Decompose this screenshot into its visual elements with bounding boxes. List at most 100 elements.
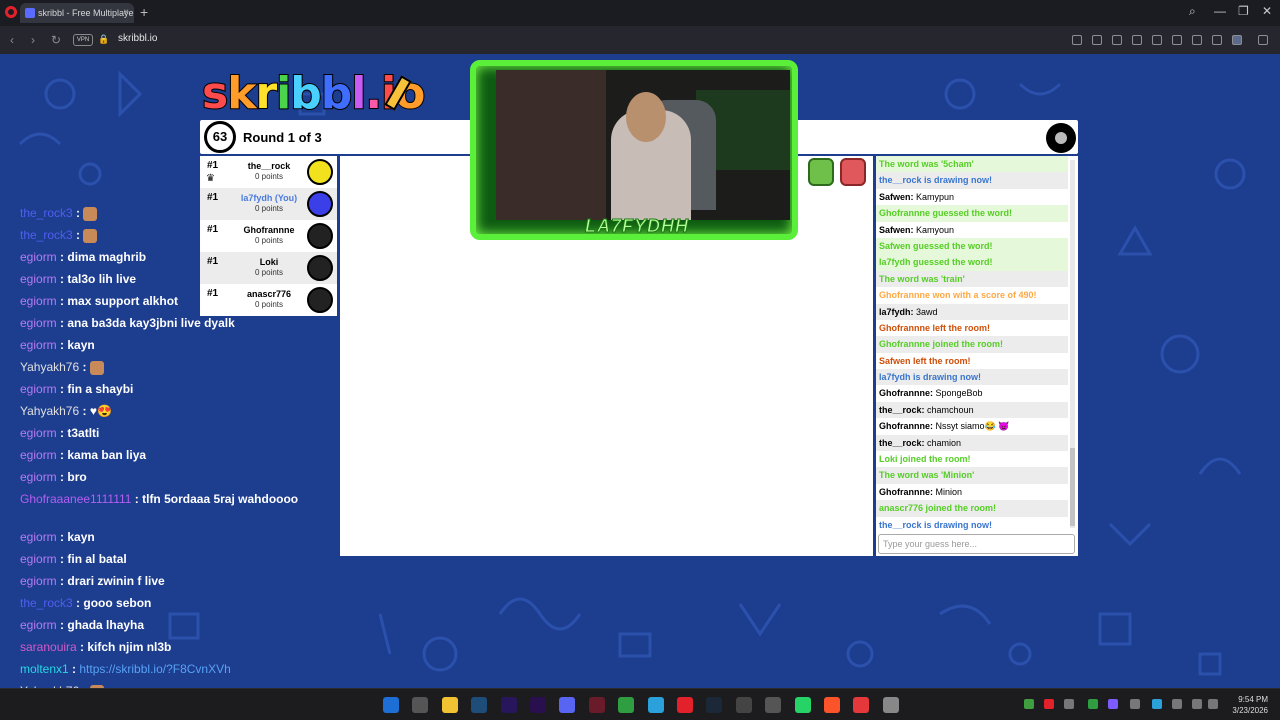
lock-icon[interactable]: 🔒: [98, 34, 109, 45]
stream-chat-user[interactable]: the_rock3: [20, 228, 73, 242]
chat-message-text: SpongeBob: [935, 388, 983, 399]
camera-icon[interactable]: [1092, 35, 1102, 45]
stream-chat-line: egiorm : ana ba3da kay3jbni live dyalk: [20, 316, 235, 330]
new-tab-button[interactable]: +: [140, 4, 148, 20]
chat-scrollbar[interactable]: [1070, 160, 1075, 528]
taskbar-app-icon[interactable]: [500, 697, 517, 713]
taskbar-app-icon[interactable]: [647, 697, 664, 713]
sidebar-icon[interactable]: [1258, 35, 1268, 45]
stream-chat-user[interactable]: egiorm: [20, 530, 57, 544]
windows-start-icon[interactable]: [383, 697, 399, 713]
stream-chat-user[interactable]: Ghofraaanee1111111: [20, 492, 131, 506]
extension-icon[interactable]: [1132, 35, 1142, 45]
profile-icon[interactable]: [1232, 35, 1242, 45]
taskbar-app-icon[interactable]: [677, 697, 693, 713]
chat-message-text: anascr776 joined the room!: [879, 503, 997, 514]
wifi-icon[interactable]: [1192, 699, 1202, 709]
stream-chat-user[interactable]: egiorm: [20, 316, 57, 330]
player-row[interactable]: #1 the__rock 0 points ♛: [200, 156, 337, 188]
minimize-button[interactable]: —: [1214, 4, 1226, 18]
browser-tab[interactable]: skribbl - Free Multiplayer ×: [20, 3, 134, 23]
heart-icon[interactable]: [1172, 35, 1182, 45]
stream-chat-text[interactable]: https://skribbl.io/?F8CvnXVh: [79, 662, 230, 676]
stream-chat-text: drari zwinin f live: [67, 574, 165, 588]
taskbar-app-icon[interactable]: [530, 697, 546, 713]
stream-chat-line: the_rock3 : gooo sebon: [20, 596, 152, 610]
chat-message-user: Safwen:: [879, 191, 914, 202]
taskbar-app-icon[interactable]: [412, 697, 429, 713]
thumbs-down-icon[interactable]: [840, 158, 866, 186]
close-window-button[interactable]: ✕: [1262, 4, 1272, 18]
shield-icon[interactable]: [1112, 35, 1122, 45]
chat-message-user: Ghofrannne:: [879, 388, 933, 399]
tray-app-icon-5[interactable]: [1130, 699, 1140, 709]
taskbar-app-icon[interactable]: [618, 697, 635, 713]
player-icon[interactable]: [1152, 35, 1162, 45]
back-button[interactable]: ‹: [10, 33, 14, 47]
taskbar-app-icon[interactable]: [824, 697, 840, 713]
stream-chat-user[interactable]: egiorm: [20, 338, 57, 352]
stream-chat-user[interactable]: egiorm: [20, 426, 57, 440]
tray-opera-icon[interactable]: [1044, 699, 1054, 709]
guess-input[interactable]: [878, 534, 1075, 554]
snapshot-icon[interactable]: [1072, 35, 1082, 45]
download-icon[interactable]: [1192, 35, 1202, 45]
chat-scrollbar-thumb[interactable]: [1070, 448, 1075, 526]
stream-chat-text: tal3o lih live: [67, 272, 137, 286]
search-tabs-icon[interactable]: ⌕: [1189, 4, 1196, 19]
stream-chat-user[interactable]: egiorm: [20, 470, 57, 484]
tray-app-icon-6[interactable]: [1152, 699, 1162, 709]
tray-app-icon-4[interactable]: [1108, 699, 1118, 709]
tab-close-icon[interactable]: ×: [123, 3, 129, 23]
taskbar-app-icon[interactable]: [706, 697, 723, 713]
tray-app-icon-2[interactable]: [1064, 699, 1074, 709]
stream-chat-user[interactable]: egiorm: [20, 574, 57, 588]
thumbs-up-icon[interactable]: [808, 158, 834, 186]
stream-chat-user[interactable]: Yahyakh76: [20, 360, 79, 374]
taskbar-clock[interactable]: 9:54 PM 3/23/2026: [1222, 694, 1268, 716]
webcam-video: [496, 70, 790, 220]
reload-button[interactable]: ↻: [51, 33, 61, 47]
taskbar-app-icon[interactable]: [882, 697, 899, 713]
vpn-badge[interactable]: VPN: [73, 34, 93, 46]
url-field[interactable]: skribbl.io: [118, 33, 157, 44]
taskbar-app-icon[interactable]: [853, 697, 870, 713]
stream-chat-user[interactable]: egiorm: [20, 618, 57, 632]
stream-chat-user[interactable]: egiorm: [20, 382, 57, 396]
stream-chat-user[interactable]: egiorm: [20, 294, 57, 308]
taskbar-app-icon[interactable]: [794, 697, 811, 713]
tray-app-icon[interactable]: [1024, 699, 1034, 709]
forward-button[interactable]: ›: [31, 33, 35, 47]
crown-icon: ♛: [206, 173, 215, 184]
volume-icon[interactable]: [1208, 699, 1218, 709]
taskbar-app-icon[interactable]: [441, 697, 458, 713]
stream-chat-line: saranouira : kifch njim nl3b: [20, 640, 172, 654]
stream-chat-user[interactable]: egiorm: [20, 552, 57, 566]
stream-chat-user[interactable]: Yahyakh76: [20, 404, 79, 418]
stream-chat-user[interactable]: egiorm: [20, 448, 57, 462]
video-background-shelf: [496, 70, 606, 220]
stream-chat-user[interactable]: moltenx1: [20, 662, 69, 676]
player-avatar: [307, 191, 333, 217]
taskbar-app-icon[interactable]: [588, 697, 605, 713]
maximize-button[interactable]: ❐: [1238, 4, 1249, 18]
game-chat-messages: The word was '5cham' the__rock is drawing…: [876, 156, 1068, 532]
opera-menu-icon[interactable]: [5, 6, 17, 18]
stream-chat-user[interactable]: the_rock3: [20, 596, 73, 610]
stream-chat-user[interactable]: the_rock3: [20, 206, 73, 220]
microphone-icon[interactable]: [1172, 699, 1182, 709]
tray-app-icon-3[interactable]: [1088, 699, 1098, 709]
taskbar-app-icon[interactable]: [735, 697, 752, 713]
taskbar-app-icon[interactable]: [559, 697, 576, 713]
stream-chat-line: Ghofraaanee1111111 : tlfn 5ordaaa 5raj w…: [20, 492, 299, 506]
chat-message-text: the__rock is drawing now!: [879, 175, 993, 186]
taskbar-app-icon[interactable]: [765, 697, 782, 713]
settings-gear-icon[interactable]: [1046, 123, 1076, 153]
stream-chat-user[interactable]: saranouira: [20, 640, 77, 654]
stream-chat-user[interactable]: egiorm: [20, 272, 57, 286]
timer-clock: 63: [204, 121, 236, 153]
menu-icon[interactable]: [1212, 35, 1222, 45]
taskbar-app-icon[interactable]: [471, 697, 488, 713]
address-bar: ‹ › ↻ VPN 🔒 skribbl.io: [0, 26, 1280, 54]
stream-chat-user[interactable]: egiorm: [20, 250, 57, 264]
